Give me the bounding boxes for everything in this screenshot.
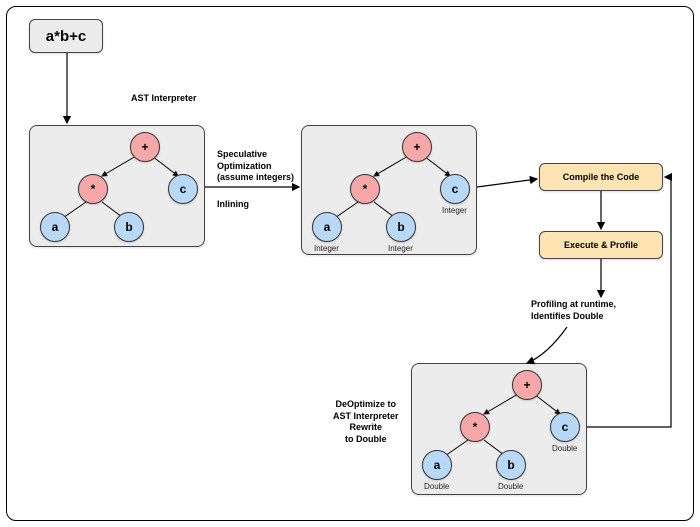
- connectors: [7, 7, 695, 522]
- diagram-canvas: a*b+c AST Interpreter + * c a b Speculat…: [6, 6, 694, 521]
